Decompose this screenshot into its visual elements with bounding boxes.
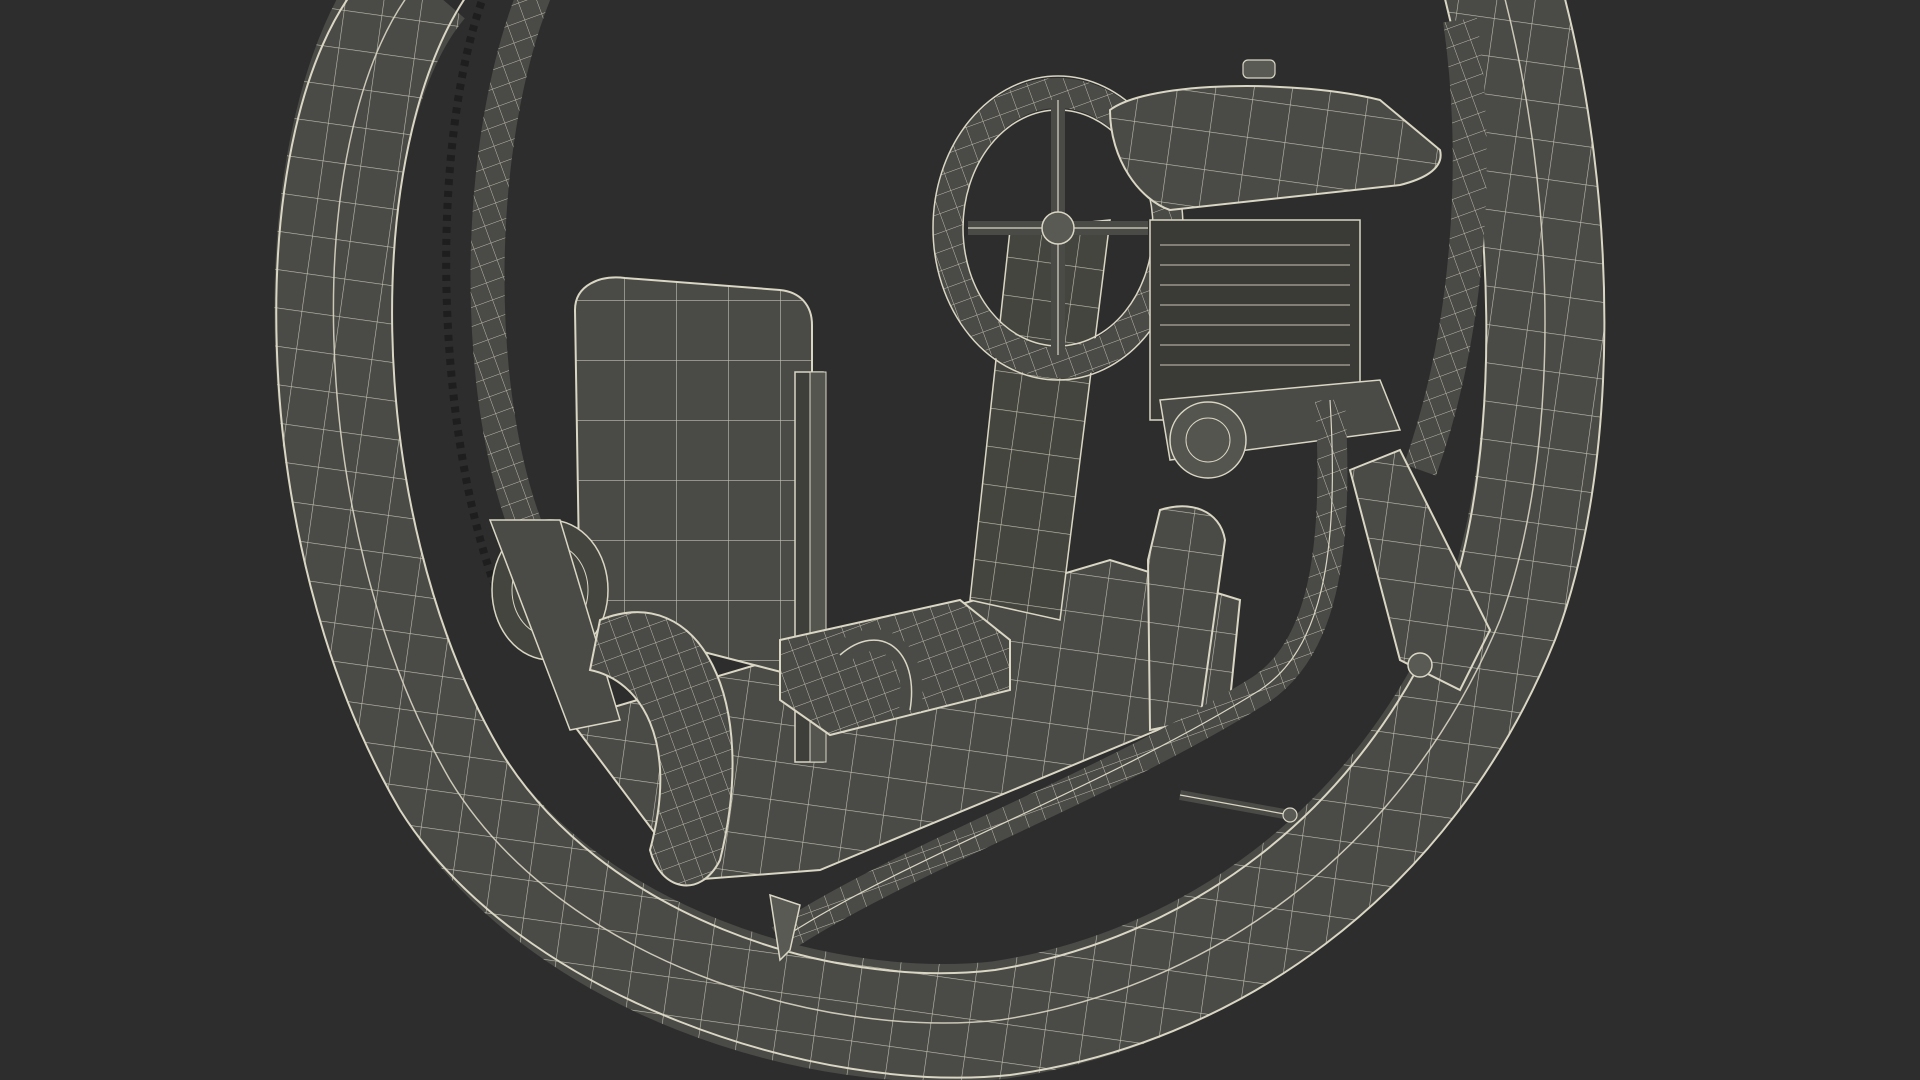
fuel-tank xyxy=(1108,59,1442,212)
monowheel-model xyxy=(274,0,1606,1080)
render-viewport xyxy=(0,0,1920,1080)
engine-block xyxy=(1149,219,1402,479)
foot-peg xyxy=(1179,790,1298,823)
steering-column xyxy=(969,219,1111,621)
